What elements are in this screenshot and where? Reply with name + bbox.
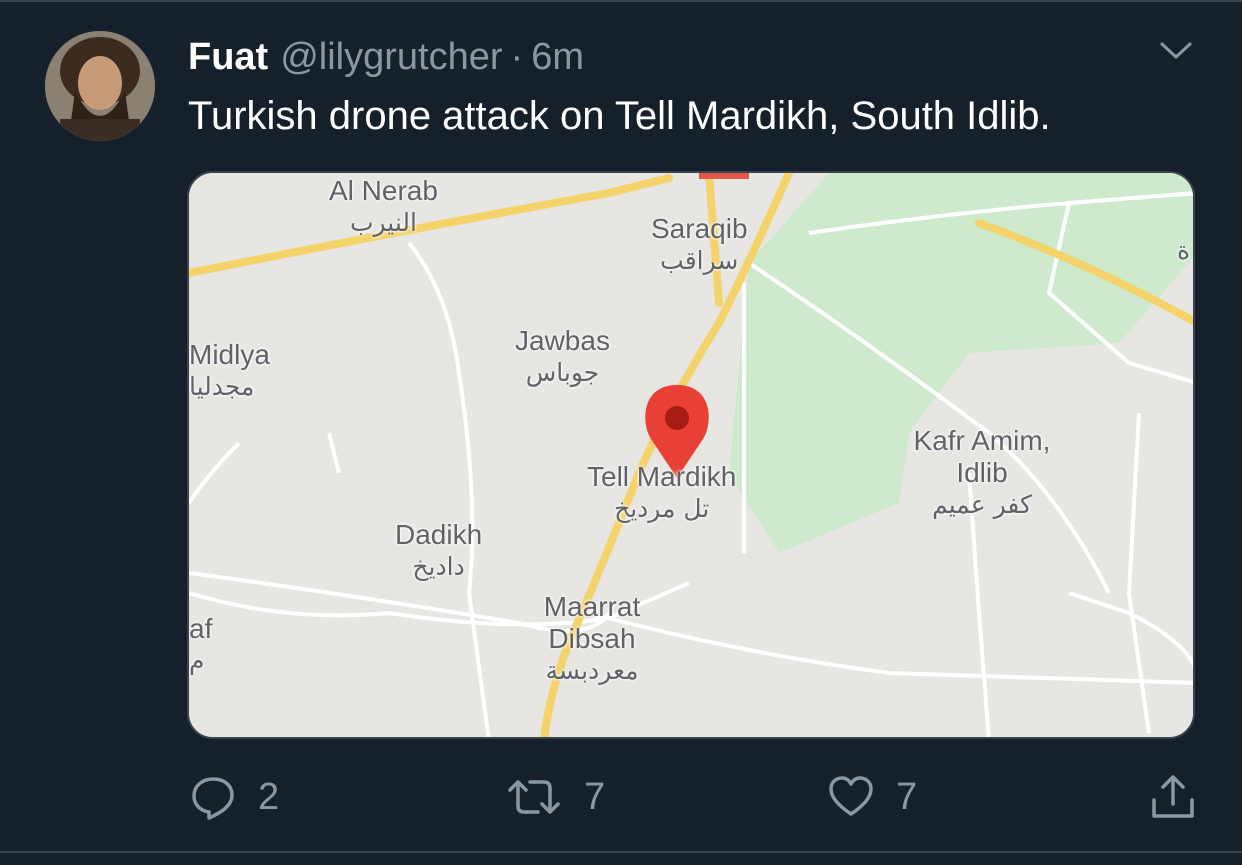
map-label-edge-left-en: af <box>189 613 213 644</box>
tweet-text: Turkish drone attack on Tell Mardikh, So… <box>188 94 1051 138</box>
map-label-tell-mardikh-en: Tell Mardikh <box>587 461 737 492</box>
heart-icon <box>828 774 874 820</box>
top-divider <box>0 0 1242 2</box>
reply-button[interactable]: 2 <box>190 772 279 822</box>
reply-icon <box>190 774 236 820</box>
retweet-count: 7 <box>584 775 606 818</box>
map-label-saraqib-en: Saraqib <box>651 213 748 244</box>
separator-dot: · <box>510 36 524 78</box>
map-label-midlya-ar: مجدليا <box>189 372 255 401</box>
map-label-jawbas: Jawbas جوباس <box>515 325 610 389</box>
retweet-icon <box>506 774 562 820</box>
like-button[interactable]: 7 <box>828 772 917 822</box>
map-label-al-nerab: Al Nerab النيرب <box>329 175 438 239</box>
map-label-tell-mardikh: Tell Mardikh تل مرديخ <box>587 461 736 525</box>
map-label-maarrat-dibsah-ar: معردبسة <box>545 656 639 685</box>
map-label-edge-right-ar: ة <box>1177 236 1191 265</box>
map-label-midlya: Midlya مجدليا <box>189 339 270 403</box>
map-image[interactable]: Al Nerab النيرب Saraqib سراقب Midlya مجد… <box>187 171 1195 739</box>
map-label-saraqib: Saraqib سراقب <box>651 213 748 277</box>
avatar-image <box>45 31 155 141</box>
map-label-saraqib-ar: سراقب <box>660 246 739 275</box>
reply-count: 2 <box>258 775 280 818</box>
map-label-edge-right: ة <box>1177 235 1190 267</box>
author-name[interactable]: Fuat <box>188 36 268 78</box>
map-label-kafr-amim: Kafr Amim, Idlib كفر عميم <box>907 425 1057 521</box>
map-label-midlya-en: Midlya <box>189 339 270 370</box>
map-label-dadikh-en: Dadikh <box>395 519 483 550</box>
tweet-header: Fuat @lilygrutcher · 6m <box>188 36 584 82</box>
bottom-divider <box>0 851 1242 853</box>
map-label-maarrat-dibsah-en: Maarrat Dibsah <box>543 591 641 654</box>
map-label-tell-mardikh-ar: تل مرديخ <box>614 494 710 523</box>
timestamp[interactable]: 6m <box>531 36 584 78</box>
map-label-jawbas-ar: جوباس <box>525 358 600 387</box>
map-label-edge-left-ar: م <box>189 646 205 675</box>
author-handle[interactable]: @lilygrutcher <box>280 36 502 78</box>
more-options-chevron-icon[interactable] <box>1158 38 1194 64</box>
map-label-kafr-amim-ar: كفر عميم <box>932 490 1032 519</box>
avatar[interactable] <box>45 31 155 141</box>
map-label-edge-left: af م <box>189 613 212 677</box>
share-button[interactable] <box>1150 772 1196 822</box>
map-label-maarrat-dibsah: Maarrat Dibsah معردبسة <box>527 591 657 687</box>
map-label-al-nerab-en: Al Nerab <box>329 175 438 206</box>
share-icon <box>1150 774 1196 820</box>
map-label-kafr-amim-en: Kafr Amim, Idlib <box>913 425 1051 488</box>
map-label-dadikh: Dadikh داديخ <box>395 519 482 583</box>
map-label-dadikh-ar: داديخ <box>412 552 465 581</box>
map-label-jawbas-en: Jawbas <box>515 325 610 356</box>
like-count: 7 <box>896 775 918 818</box>
map-label-al-nerab-ar: النيرب <box>349 208 417 237</box>
retweet-button[interactable]: 7 <box>506 772 605 822</box>
